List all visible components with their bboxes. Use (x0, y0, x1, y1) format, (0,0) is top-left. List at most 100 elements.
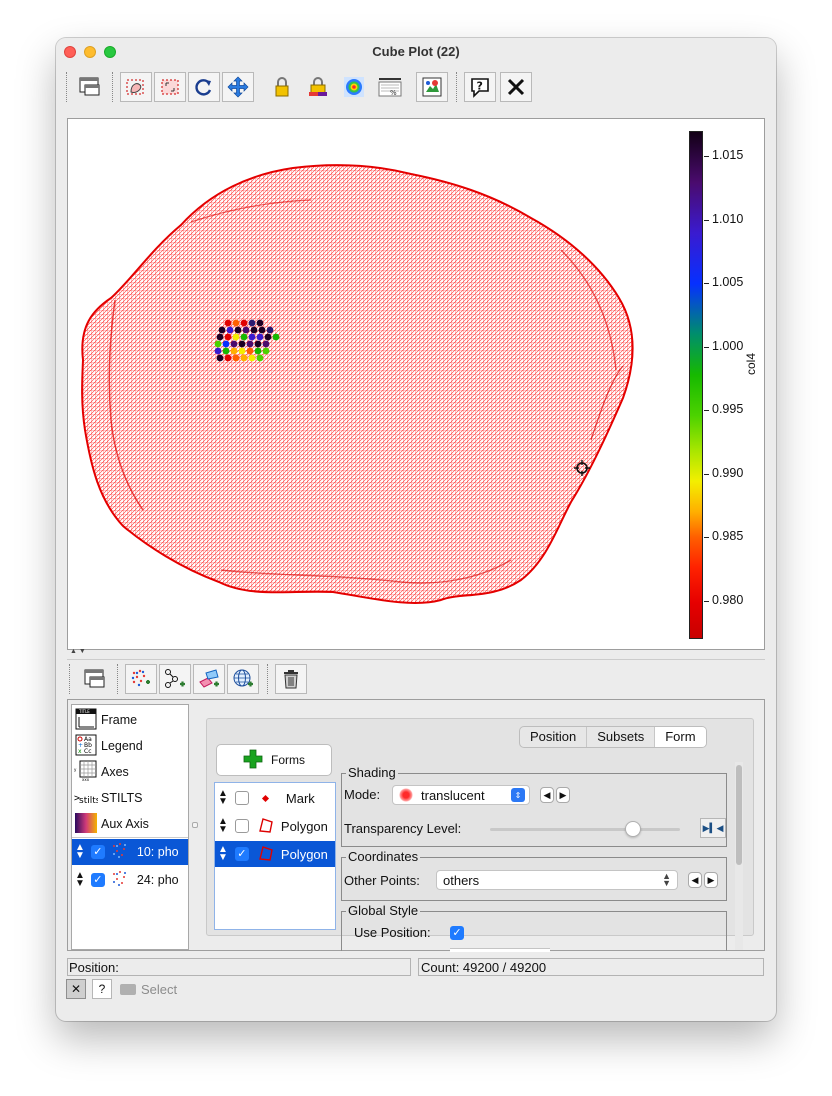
title-bar: Cube Plot (22) (56, 38, 776, 66)
layer-data-10[interactable]: ▲ ▼ ✓ 10: pho (72, 839, 188, 865)
drag-handle-icon[interactable]: ▲ ▼ (75, 843, 85, 861)
axes-icon: xxx y (74, 760, 98, 785)
other-points-label: Other Points: (344, 873, 420, 888)
aux-axis-icon (74, 812, 98, 837)
mode-previous-button[interactable]: ◀ (540, 787, 554, 803)
transparency-slider-knob[interactable] (624, 821, 641, 837)
polygon-icon (257, 844, 275, 865)
position-status: Position: (67, 958, 411, 976)
plot-surface[interactable] (71, 130, 679, 640)
add-sky-layer-icon[interactable] (227, 664, 259, 694)
form-item-polygon[interactable]: ▲ ▼ Polygon (215, 813, 335, 839)
shading-legend: Shading (346, 765, 398, 780)
transparency-slider-track[interactable] (490, 828, 680, 831)
layer-frame[interactable]: TITLE Frame (72, 707, 188, 733)
form-checkbox[interactable] (234, 819, 249, 833)
toolbar-separator (117, 664, 118, 694)
transparency-reset-button[interactable]: ▶▍◀ (700, 818, 726, 838)
layer-legend[interactable]: Aa + Bb x Cc Legend (72, 733, 188, 759)
svg-text:?: ? (477, 80, 483, 93)
form-item-mark[interactable]: ▲ ▼ Mark (215, 785, 335, 811)
layer-divider (72, 837, 188, 838)
control-panel: TITLE Frame Aa + Bb x Cc Legend xxx y Axes > s… (67, 699, 765, 952)
cancel-button[interactable]: ✕ (66, 979, 86, 999)
layer-stilts[interactable]: >stilts STILTS (72, 785, 188, 811)
coordinates-legend: Coordinates (346, 849, 421, 864)
export-icon[interactable] (416, 72, 448, 102)
form-label: Polygon (280, 846, 328, 862)
stilts-icon: >stilts (74, 786, 101, 811)
layer-aux-axis[interactable]: Aux Axis (72, 811, 188, 837)
colorbar-tick-label: 0.995 (712, 402, 744, 417)
layer-label: STILTS (101, 791, 143, 805)
layer-list: TITLE Frame Aa + Bb x Cc Legend xxx y Axes > s… (71, 704, 189, 950)
layer-label: 24: pho (136, 873, 179, 887)
shading-group: Shading Mode: translucent ⇕ ◀ ▶ Transpar… (341, 765, 727, 847)
panel-splitter[interactable] (67, 650, 765, 660)
plot-panel[interactable]: 1.015 1.010 1.005 1.000 0.995 0.990 0.985 0.980… (67, 118, 765, 650)
zoom-in-icon[interactable] (120, 72, 152, 102)
delete-layer-icon[interactable] (275, 664, 307, 694)
float-window-icon[interactable] (79, 664, 111, 694)
heatmap-icon[interactable] (338, 72, 370, 102)
help-button[interactable]: ? (92, 979, 112, 999)
svg-text:stilts: stilts (79, 796, 98, 806)
lock-aux-icon[interactable] (302, 72, 334, 102)
layer-visibility-checkbox[interactable]: ✓ (90, 845, 105, 859)
layer-visibility-checkbox[interactable]: ✓ (90, 873, 105, 887)
layer-axes[interactable]: xxx y Axes (72, 759, 188, 785)
select-label: Select (141, 981, 178, 997)
tab-position[interactable]: Position (520, 727, 588, 747)
lock-icon[interactable] (266, 72, 298, 102)
style-combo-partial[interactable] (450, 948, 550, 952)
zoom-region-icon[interactable] (154, 72, 186, 102)
cube-plot-window: Cube Plot (22) % ? 1.015 1.010 1.005 1.0… (56, 38, 776, 1021)
form-scrollbar[interactable] (735, 762, 743, 950)
coordinates-group: Coordinates Other Points: others ▲ ▼ ◀ ▶ (341, 849, 727, 901)
layer-label: Aux Axis (101, 817, 149, 831)
color-ramp-bar (689, 131, 703, 639)
form-item-polygon-selected[interactable]: ▲ ▼ ✓ Polygon (215, 841, 335, 867)
form-checkbox[interactable] (234, 791, 249, 805)
select-button[interactable]: Select (120, 979, 177, 999)
rotate-icon[interactable] (188, 72, 220, 102)
colorbar-tick (704, 473, 709, 475)
close-icon[interactable] (500, 72, 532, 102)
layer-data-24[interactable]: ▲ ▼ ✓ 24: pho (72, 867, 188, 893)
form-label: Polygon (280, 818, 328, 834)
global-style-group: Global Style Use Position: ✓ (341, 903, 727, 952)
colorbar-tick-label: 1.010 (712, 211, 744, 226)
mark-icon (261, 794, 269, 802)
other-points-select[interactable]: others ▲ ▼ (436, 870, 678, 890)
divider-handle[interactable] (192, 822, 198, 828)
other-points-previous-button[interactable]: ◀ (688, 872, 702, 888)
use-position-label: Use Position: (354, 925, 431, 940)
layer-label: Frame (101, 713, 138, 727)
add-position-layer-icon[interactable] (125, 664, 157, 694)
tab-subsets[interactable]: Subsets (587, 727, 656, 747)
mode-select[interactable]: translucent ⇕ (392, 785, 530, 805)
pan-icon[interactable] (222, 72, 254, 102)
legend-toggle-icon[interactable]: % (374, 72, 406, 102)
window-title: Cube Plot (22) (372, 44, 460, 59)
form-checkbox[interactable]: ✓ (234, 847, 249, 861)
svg-text:x: x (78, 748, 82, 755)
add-area-layer-icon[interactable] (193, 664, 225, 694)
use-position-checkbox[interactable]: ✓ (450, 926, 464, 940)
other-points-next-button[interactable]: ▶ (704, 872, 718, 888)
drag-handle-icon[interactable]: ▲ ▼ (218, 845, 228, 863)
tab-form[interactable]: Form (655, 727, 706, 747)
drag-handle-icon[interactable]: ▲ ▼ (218, 789, 228, 807)
window-icon[interactable] (74, 72, 106, 102)
drag-handle-icon[interactable]: ▲ ▼ (218, 817, 228, 835)
scroll-thumb[interactable] (736, 765, 742, 865)
colorbar-tick (704, 156, 709, 158)
add-pair-layer-icon[interactable] (159, 664, 191, 694)
add-form-button[interactable]: Forms (216, 744, 332, 776)
mode-next-button[interactable]: ▶ (556, 787, 570, 803)
transparency-label: Transparency Level: (344, 821, 462, 836)
drag-handle-icon[interactable]: ▲ ▼ (75, 871, 85, 889)
colorbar-tick (704, 410, 709, 412)
splitter-arrows-icon[interactable]: ▲▼ (70, 648, 88, 655)
help-icon[interactable]: ? (464, 72, 496, 102)
